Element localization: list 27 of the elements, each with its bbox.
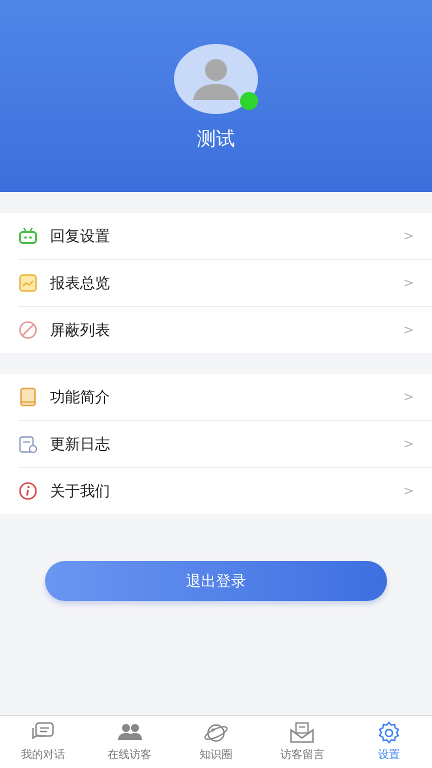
chevron: > (403, 436, 414, 452)
chevron: > (403, 322, 414, 338)
robot-icon (18, 226, 38, 246)
block-icon (18, 320, 38, 340)
menu-item[interactable]: 功能简介 (50, 388, 404, 406)
mail-icon (289, 721, 316, 745)
book-icon (18, 387, 38, 407)
menu-item[interactable]: 屏蔽列表 (50, 320, 404, 340)
chevron: > (403, 390, 414, 404)
chevron: > (403, 228, 414, 244)
menu-item[interactable]: 报表总览 (50, 274, 404, 292)
tab[interactable]: 设置 (346, 716, 432, 768)
chart-icon (18, 273, 38, 293)
chevron: > (403, 484, 414, 498)
info-icon (18, 481, 38, 501)
tab[interactable]: 我的对话 (0, 716, 86, 768)
menu-item[interactable]: 回复设置 (50, 226, 404, 246)
menu-item[interactable]: 更新日志 (50, 434, 404, 454)
user-name: 测试 (197, 127, 235, 152)
logout-button[interactable]: 退出登录 (45, 561, 387, 601)
tab[interactable]: 知识圈 (172, 716, 260, 768)
tab[interactable]: 访客留言 (259, 716, 346, 768)
calendar-icon (18, 434, 38, 454)
tab[interactable]: 在线访客 (86, 716, 173, 768)
settings-icon (376, 721, 402, 745)
chevron: > (403, 276, 414, 290)
menu-item[interactable]: 关于我们 (50, 482, 404, 500)
